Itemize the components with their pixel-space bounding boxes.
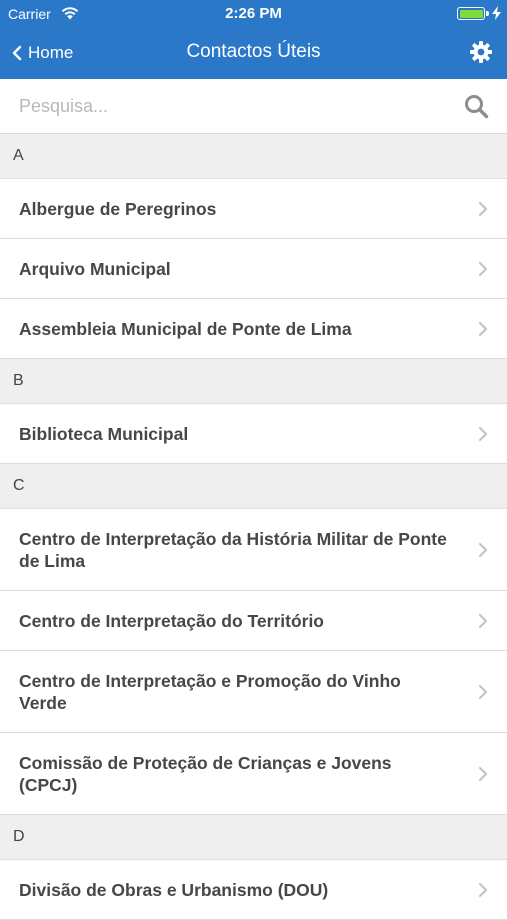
section-header-c: C [0, 464, 507, 509]
chevron-right-icon [478, 426, 488, 441]
list-item-centro-territorio[interactable]: Centro de Interpretação do Território [0, 591, 507, 651]
navigation-bar: Home Contactos Úteis [0, 28, 507, 79]
contacts-list: A Albergue de Peregrinos Arquivo Municip… [0, 134, 507, 920]
section-header-b: B [0, 359, 507, 404]
list-item-biblioteca-municipal[interactable]: Biblioteca Municipal [0, 404, 507, 464]
search-bar [0, 79, 507, 134]
search-icon[interactable] [464, 94, 489, 124]
chevron-right-icon [478, 613, 488, 628]
list-item-albergue-de-peregrinos[interactable]: Albergue de Peregrinos [0, 179, 507, 239]
section-header-d: D [0, 815, 507, 860]
list-item-label: Centro de Interpretação e Promoção do Vi… [19, 670, 401, 713]
chevron-right-icon [478, 684, 488, 699]
list-item-assembleia-municipal[interactable]: Assembleia Municipal de Ponte de Lima [0, 299, 507, 359]
list-item-centro-historia-militar[interactable]: Centro de Interpretação da História Mili… [0, 509, 507, 591]
list-item-label: Centro de Interpretação do Território [19, 610, 324, 631]
page-title: Contactos Úteis [186, 41, 321, 62]
section-letter: B [13, 372, 24, 389]
section-letter: C [13, 477, 25, 494]
search-input[interactable] [0, 79, 450, 133]
chevron-right-icon [478, 321, 488, 336]
gear-icon[interactable] [469, 40, 493, 69]
list-item-label: Albergue de Peregrinos [19, 198, 217, 219]
list-item-centro-vinho-verde[interactable]: Centro de Interpretação e Promoção do Vi… [0, 651, 507, 733]
list-item-arquivo-municipal[interactable]: Arquivo Municipal [0, 239, 507, 299]
section-header-a: A [0, 134, 507, 179]
list-item-label: Comissão de Proteção de Crianças e Joven… [19, 752, 392, 795]
chevron-right-icon [478, 766, 488, 781]
list-item-label: Biblioteca Municipal [19, 423, 189, 444]
battery-tip [486, 11, 489, 16]
chevron-right-icon [478, 261, 488, 276]
status-bar: Carrier 2:26 PM [0, 0, 507, 28]
section-letter: A [13, 147, 24, 164]
list-item-label: Arquivo Municipal [19, 258, 171, 279]
list-item-label: Centro de Interpretação da História Mili… [19, 528, 447, 571]
list-item-label: Divisão de Obras e Urbanismo (DOU) [19, 879, 329, 900]
list-item-label: Assembleia Municipal de Ponte de Lima [19, 318, 352, 339]
section-letter: D [13, 828, 25, 845]
clock: 2:26 PM [225, 5, 282, 22]
list-item-divisao-obras[interactable]: Divisão de Obras e Urbanismo (DOU) [0, 860, 507, 920]
chevron-right-icon [478, 542, 488, 557]
charging-icon [492, 6, 501, 25]
chevron-right-icon [478, 882, 488, 897]
battery-icon [457, 7, 485, 20]
chevron-right-icon [478, 201, 488, 216]
list-item-cpcj[interactable]: Comissão de Proteção de Crianças e Joven… [0, 733, 507, 815]
